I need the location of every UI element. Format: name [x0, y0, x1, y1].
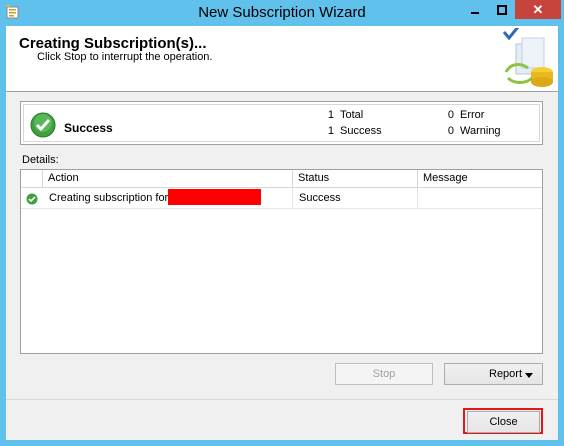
total-label: Total — [340, 109, 364, 121]
wizard-client-area: Creating Subscription(s)... Click Stop t… — [6, 26, 558, 440]
chevron-down-icon — [525, 373, 533, 378]
wizard-header: Creating Subscription(s)... Click Stop t… — [6, 26, 558, 92]
action-cell: Creating subscription for — [43, 188, 293, 208]
column-header-action[interactable]: Action — [43, 170, 293, 187]
overall-status: Success — [64, 121, 113, 135]
status-summary: Success 1 Total 1 Success 0 Error 0 Warn… — [20, 101, 543, 145]
check-circle-icon — [30, 112, 56, 138]
row-status-cell — [21, 188, 43, 208]
column-header-icon[interactable] — [21, 170, 43, 187]
title-bar[interactable]: New Subscription Wizard ✕ — [0, 0, 564, 26]
column-header-message[interactable]: Message — [418, 170, 542, 187]
error-label: Error — [460, 109, 485, 121]
column-header-status[interactable]: Status — [293, 170, 418, 187]
report-button[interactable]: Report — [444, 363, 543, 385]
warning-label: Warning — [460, 125, 501, 137]
minimize-icon — [470, 11, 479, 14]
total-count: 1 — [327, 109, 334, 121]
grid-header: Action Status Message — [21, 170, 542, 188]
check-circle-icon — [26, 192, 38, 208]
page-title: Creating Subscription(s)... — [19, 35, 207, 52]
footer-divider — [6, 399, 558, 400]
wizard-window: New Subscription Wizard ✕ Creating Subsc… — [0, 0, 564, 446]
success-label: Success — [340, 125, 382, 137]
minimize-button[interactable] — [461, 0, 488, 19]
redacted-block — [168, 189, 262, 206]
message-cell — [418, 188, 542, 208]
success-count: 1 — [327, 125, 334, 137]
action-text: Creating subscription for — [49, 192, 169, 204]
subscription-database-icon — [496, 26, 554, 88]
error-count: 0 — [447, 109, 454, 121]
maximize-button[interactable] — [488, 0, 515, 19]
table-row[interactable]: Creating subscription for Success — [21, 188, 542, 209]
page-subtitle: Click Stop to interrupt the operation. — [37, 51, 213, 63]
maximize-icon — [496, 4, 507, 15]
details-label: Details: — [22, 154, 59, 166]
warning-count: 0 — [447, 125, 454, 137]
close-button[interactable]: Close — [467, 411, 540, 433]
report-label: Report — [489, 368, 523, 380]
details-grid[interactable]: Action Status Message Creating subscript… — [20, 169, 543, 354]
status-cell: Success — [293, 188, 418, 208]
window-close-button[interactable]: ✕ — [515, 0, 561, 19]
stop-button[interactable]: Stop — [335, 363, 433, 385]
close-icon: ✕ — [532, 1, 544, 17]
